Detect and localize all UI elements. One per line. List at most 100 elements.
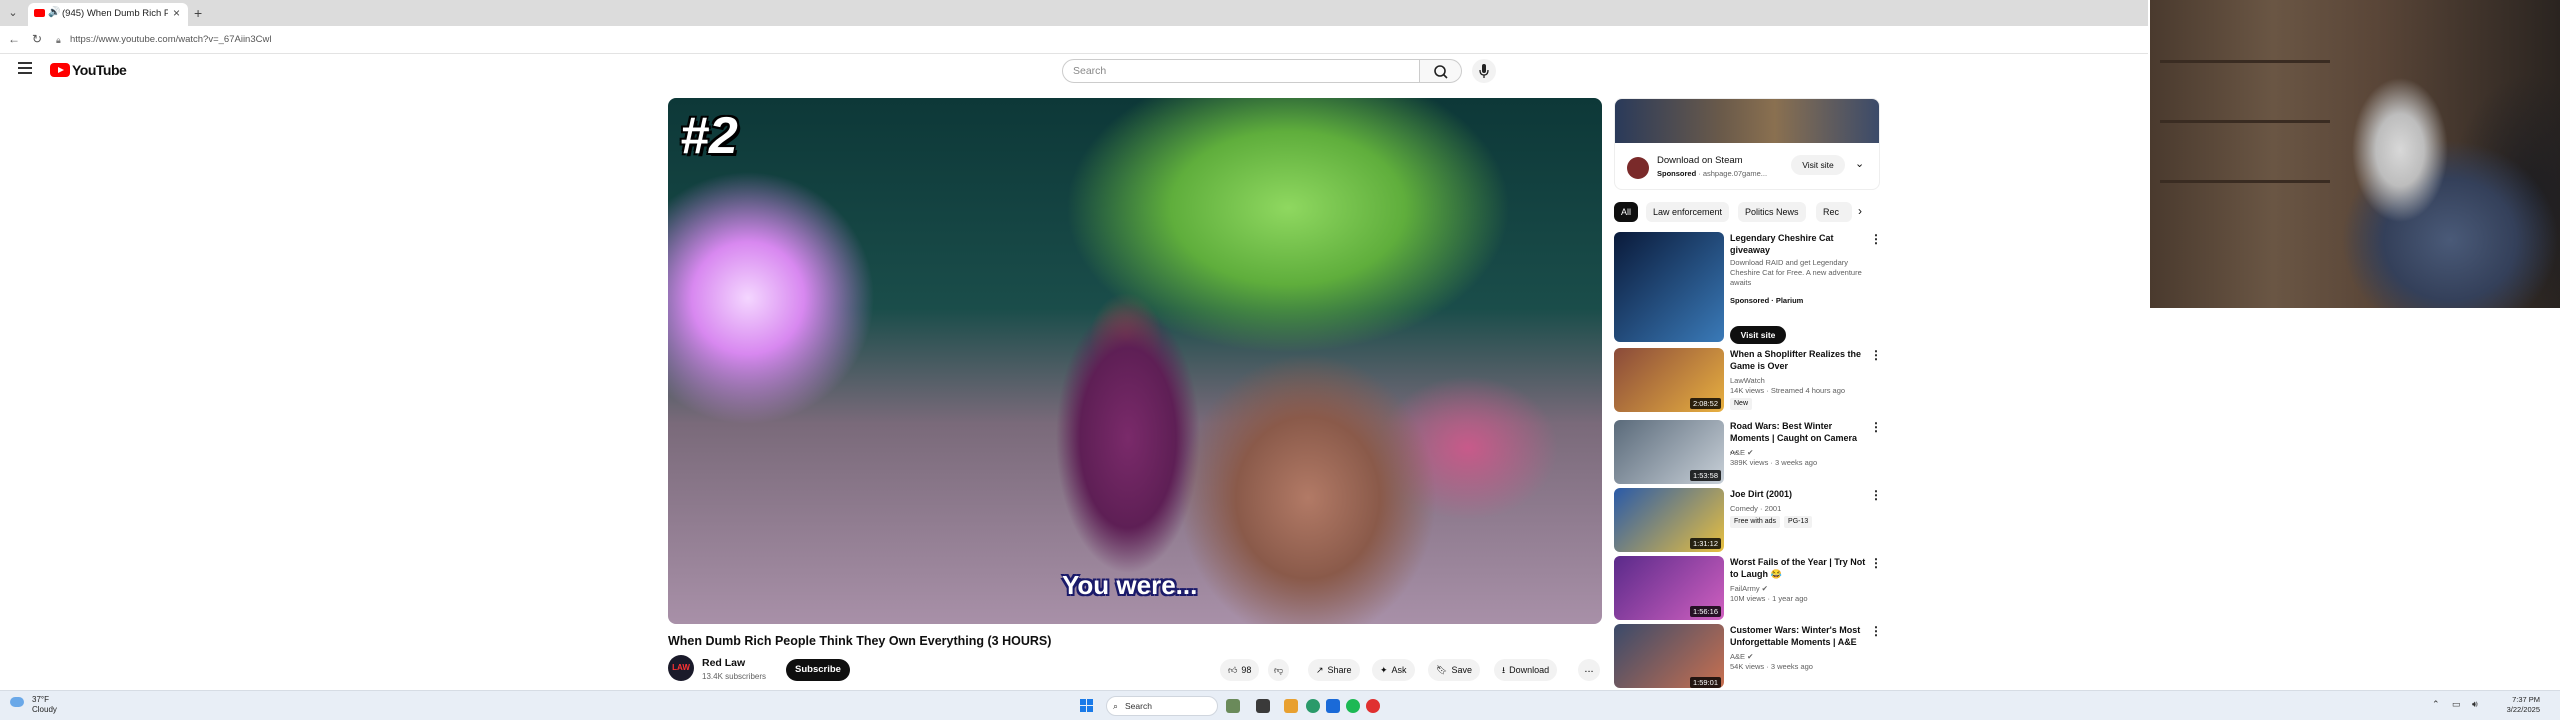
clock-date: 3/22/2025 [2506,705,2540,714]
share-button[interactable]: ↗ Share [1308,659,1360,681]
channel-avatar[interactable]: LAW [668,655,694,681]
store-icon[interactable] [1326,699,1340,713]
visit-site-button[interactable]: Visit site [1730,326,1786,344]
browser-tab[interactable]: 🔊 (945) When Dumb Rich Peop × [28,3,188,26]
recommendation-genre: Comedy · 2001 [1730,504,1782,513]
recommendation-item[interactable]: 1:59:01 Customer Wars: Winter's Most Unf… [1614,624,1894,690]
share-icon: ↗ [1316,665,1324,675]
taskbar-search[interactable]: ⌕ Search [1106,696,1218,716]
new-tab-button[interactable]: + [194,5,202,21]
lock-icon: 🔒︎ [56,35,61,45]
windows-start-icon[interactable] [1080,699,1094,713]
chip-rec[interactable]: Rec [1816,202,1852,222]
voice-search-button[interactable] [1472,59,1496,83]
recommendation-channel: LawWatch [1730,376,1765,385]
menu-icon[interactable] [18,62,32,74]
search-button[interactable] [1420,59,1462,83]
ask-button[interactable]: ✦ Ask [1372,659,1415,681]
more-options-icon[interactable]: ⋮ [1870,420,1882,434]
recommendation-item[interactable]: 1:31:12 Joe Dirt (2001) Comedy · 2001 Fr… [1614,488,1894,554]
share-label: Share [1327,665,1352,675]
volume-icon[interactable]: 🔊︎ [2472,699,2478,710]
recommendation-item[interactable]: 1:56:16 Worst Fails of the Year | Try No… [1614,556,1894,622]
recommendation-title: When a Shoplifter Realizes the Game is O… [1730,349,1862,371]
video-duration: 1:59:01 [1689,677,1721,688]
rating-badge: PG-13 [1784,516,1813,528]
network-icon[interactable]: ▭ [2452,699,2461,710]
microphone-icon [1479,64,1489,78]
more-options-icon[interactable]: ⋮ [1870,556,1882,570]
youtube-logo-text: YouTube [72,62,127,78]
taskbar-app-icon[interactable] [1226,699,1240,713]
chip-all[interactable]: All [1614,202,1639,222]
save-button[interactable]: 🔖︎ Save [1428,659,1480,681]
file-explorer-icon[interactable] [1284,699,1298,713]
video-duration: 1:31:12 [1689,538,1721,549]
ad-card[interactable]: Download on Steam Sponsored · ashpage.07… [1614,98,1880,190]
ad-logo [1627,157,1649,179]
back-arrow-icon[interactable]: ← [8,32,20,46]
url-text: https://www.youtube.com/watch?v=_67Aiin3… [70,34,272,45]
chip-law-enforcement[interactable]: Law enforcement [1646,202,1730,222]
screen: ⌄ 🔊 (945) When Dumb Rich Peop × + ← ↻ 🔒︎… [0,0,2560,720]
search-input[interactable]: Search [1062,59,1420,83]
channel-subscribers: 13.4K subscribers [702,672,767,681]
video-thumbnail[interactable]: 1:56:16 [1614,556,1724,620]
download-label: Download [1509,665,1550,675]
address-bar-row: ← ↻ 🔒︎ https://www.youtube.com/watch?v=_… [0,26,2148,54]
chevron-right-icon[interactable]: › [1858,204,1862,218]
video-thumbnail[interactable]: 1:59:01 [1614,624,1724,688]
task-view-icon[interactable] [1256,699,1270,713]
reload-icon[interactable]: ↻ [32,32,42,46]
speaker-icon[interactable]: 🔊 [48,7,60,18]
channel-name[interactable]: Red Law [702,657,745,669]
video-thumbnail[interactable]: 1:53:58 [1614,420,1724,484]
recommendation-title: Customer Wars: Winter's Most Unforgettab… [1730,625,1861,647]
recommendation-title: Legendary Cheshire Cat giveaway [1730,233,1834,255]
system-clock[interactable]: 7:37 PM 3/22/2025 [2500,695,2540,715]
dislike-button[interactable]: 👎︎ [1268,659,1290,681]
video-caption: You were... [1062,570,1198,600]
new-badge: New [1730,398,1753,410]
ad-visit-site-button[interactable]: Visit site [1791,155,1845,175]
chevron-down-icon[interactable]: ⌄ [1855,157,1864,170]
video-thumbnail[interactable]: 2:08:52 [1614,348,1724,412]
shelf [2160,180,2330,183]
save-label: Save [1451,665,1472,675]
recommendation-title: Joe Dirt (2001) [1730,489,1793,499]
download-icon: ⭳ [1502,665,1506,675]
spotify-icon[interactable] [1346,699,1360,713]
bookmark-icon: 🔖︎ [1436,665,1448,675]
recommendation-item[interactable]: 1:53:58 Road Wars: Best Winter Moments |… [1614,420,1894,486]
weather-temperature: 37°F [32,695,49,704]
app-icon[interactable] [1366,699,1380,713]
more-options-icon[interactable]: ⋮ [1870,624,1882,638]
video-duration: 1:53:58 [1689,470,1721,481]
video-thumbnail[interactable] [1614,232,1724,342]
chevron-up-icon[interactable]: ⌃ [2432,699,2440,710]
more-options-icon[interactable]: ⋮ [1870,348,1882,362]
more-options-icon[interactable]: ⋮ [1870,232,1882,246]
recommendation-title: Worst Fails of the Year | Try Not to Lau… [1730,557,1866,579]
tab-list-dropdown-icon[interactable]: ⌄ [4,4,22,22]
more-actions-button[interactable]: ... [1578,659,1600,681]
recommendation-item[interactable]: 2:08:52 When a Shoplifter Realizes the G… [1614,348,1894,414]
close-tab-icon[interactable]: × [173,6,180,20]
download-button[interactable]: ⭳ Download [1494,659,1558,681]
thumbs-down-icon: 👎︎ [1274,665,1284,675]
subscribe-button[interactable]: Subscribe [786,659,850,681]
video-rank-badge: #2 [680,107,738,165]
url-field[interactable]: 🔒︎ https://www.youtube.com/watch?v=_67Ai… [56,31,1456,49]
video-thumbnail[interactable]: 1:31:12 [1614,488,1724,552]
youtube-play-icon [50,63,70,77]
free-with-ads-badge: Free with ads [1730,516,1781,528]
video-player[interactable]: #2 You were... [668,98,1602,624]
like-button[interactable]: 👍︎ 98 [1220,659,1260,681]
ad-subtitle: Sponsored · ashpage.07game... [1657,169,1767,178]
chrome-icon[interactable] [1306,699,1320,713]
more-options-icon[interactable]: ⋮ [1870,488,1882,502]
recommendation-sponsored[interactable]: Legendary Cheshire Cat giveaway Download… [1614,232,1894,344]
ask-label: Ask [1391,665,1407,675]
chip-politics-news[interactable]: Politics News [1738,202,1806,222]
search-icon: ⌕ [1113,701,1119,711]
